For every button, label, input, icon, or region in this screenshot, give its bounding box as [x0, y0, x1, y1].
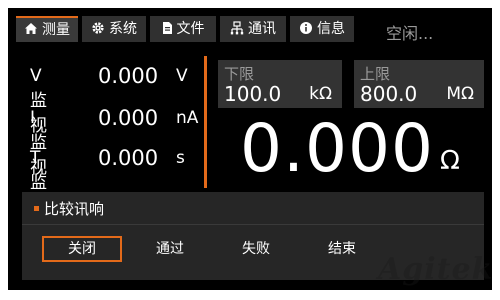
tab-measure[interactable]: 测量 [16, 16, 78, 42]
upper-limit-value: 800.0 [360, 82, 418, 106]
reading-time-unit: s [176, 148, 185, 168]
option-off[interactable]: 关闭 [42, 236, 122, 262]
watermark-logo: Agitek [378, 252, 494, 287]
tab-communication-label: 通讯 [248, 21, 276, 37]
main-reading-unit: Ω [440, 146, 460, 176]
divider [204, 56, 207, 188]
lower-limit-title: 下限 [224, 65, 255, 83]
reading-current-value: 0.000 [98, 106, 159, 130]
network-icon [230, 20, 244, 38]
upper-limit-title: 上限 [360, 65, 391, 83]
tab-system-label: 系统 [109, 21, 137, 37]
home-icon [24, 22, 38, 38]
tab-info[interactable]: 信息 [290, 16, 354, 42]
tab-file[interactable]: 文件 [150, 16, 216, 42]
instrument-screen: 测量 系统 文件 通讯 信息 空闲... V 监视 0.000 V I 监视 0… [8, 8, 492, 290]
main-reading-value: 0.000 [240, 110, 434, 187]
reading-voltage-unit: V [176, 66, 188, 86]
reading-time-value: 0.000 [98, 146, 159, 170]
lower-limit-box[interactable]: 下限 100.0 kΩ [218, 60, 342, 108]
reading-voltage-value: 0.000 [98, 64, 159, 88]
upper-limit-unit: MΩ [446, 84, 474, 104]
tab-system[interactable]: 系统 [82, 16, 146, 42]
info-icon [299, 21, 313, 38]
option-end[interactable]: 结束 [302, 236, 382, 262]
option-pass[interactable]: 通过 [130, 236, 210, 262]
reading-current-unit: nA [176, 108, 199, 128]
panel-divider [22, 224, 484, 225]
document-icon [162, 21, 173, 38]
tab-bar: 测量 系统 文件 通讯 信息 空闲... [8, 8, 492, 48]
option-fail[interactable]: 失败 [216, 236, 296, 262]
status-text: 空闲... [386, 24, 434, 43]
tab-communication[interactable]: 通讯 [220, 16, 286, 42]
bullet-icon [34, 206, 39, 211]
upper-limit-box[interactable]: 上限 800.0 MΩ [354, 60, 484, 108]
compare-beep-header: 比较讯响 [22, 192, 484, 224]
tab-info-label: 信息 [317, 21, 345, 37]
tab-measure-label: 测量 [42, 22, 70, 38]
lower-limit-value: 100.0 [224, 82, 282, 106]
lower-limit-unit: kΩ [309, 84, 332, 104]
gear-icon [91, 21, 105, 38]
compare-beep-title: 比较讯响 [44, 200, 105, 218]
tab-file-label: 文件 [176, 21, 205, 37]
